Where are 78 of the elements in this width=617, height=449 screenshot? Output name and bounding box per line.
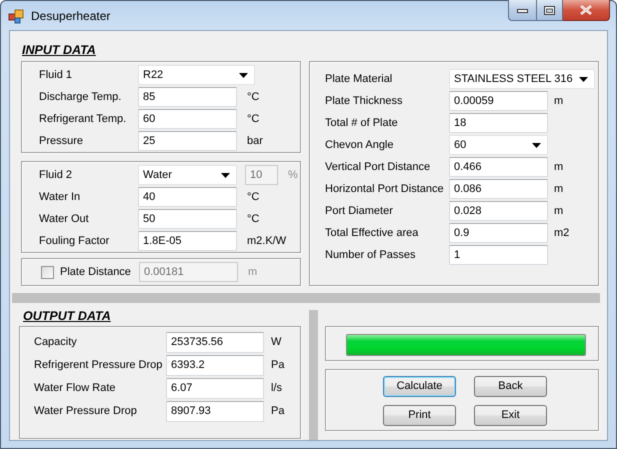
maximize-icon	[544, 6, 555, 14]
field-label: Fluid 1	[39, 69, 74, 82]
caret-icon	[579, 76, 588, 82]
action-button[interactable]: Calculate	[383, 376, 456, 397]
input-field[interactable]: 0.086	[449, 179, 548, 200]
minimize-button[interactable]	[508, 0, 537, 21]
unit-label: m2.K/W	[247, 235, 286, 248]
unit-label: m	[554, 183, 564, 196]
action-button[interactable]: Exit	[474, 404, 547, 426]
input-field[interactable]: 18	[449, 113, 548, 134]
input-field[interactable]: 50	[138, 209, 237, 230]
input-field[interactable]: 253735.56	[166, 332, 264, 353]
input-field[interactable]: 60	[138, 109, 237, 130]
unit-label: m	[554, 205, 564, 218]
unit-label: Pa	[271, 405, 284, 418]
unit-label: m	[248, 266, 258, 278]
input-field[interactable]: 6.07	[166, 378, 264, 399]
input-field[interactable]: 0.00059	[449, 91, 548, 112]
input-field[interactable]: 25	[138, 131, 237, 152]
section-heading: INPUT DATA	[21, 43, 96, 57]
input-field[interactable]: 0.466	[449, 157, 548, 178]
unit-label: °C	[247, 91, 260, 104]
input-field[interactable]: 85	[138, 87, 237, 108]
unit-label: Pa	[271, 359, 284, 372]
section-heading: OUTPUT DATA	[22, 308, 111, 323]
unit-label: %	[288, 169, 298, 182]
field-label: Water Pressure Drop	[34, 405, 138, 418]
input-field[interactable]: 0.028	[449, 201, 548, 222]
dropdown[interactable]: 60	[449, 135, 548, 156]
unit-label: °C	[247, 191, 260, 204]
field-label: Total Effective area	[325, 227, 420, 240]
input-field[interactable]: 8907.93	[166, 400, 264, 422]
unit-label: °C	[247, 113, 260, 126]
input-field[interactable]: 6393.2	[166, 354, 264, 376]
field-label: Refrigerant Temp.	[39, 113, 128, 126]
field-label: Vertical Port Distance	[325, 161, 432, 174]
close-button[interactable]	[563, 0, 610, 21]
window-title: Desuperheater	[31, 8, 110, 22]
checkbox-label: Plate Distance	[60, 266, 132, 278]
unit-label: m	[554, 161, 564, 174]
field-label: Plate Thickness	[325, 95, 404, 108]
close-icon	[580, 5, 592, 15]
app-icon	[8, 8, 24, 24]
dropdown[interactable]: R22	[138, 65, 255, 86]
field-label: Total # of Plate	[325, 117, 399, 130]
field-label: Discharge Temp.	[39, 91, 122, 104]
unit-label: W	[271, 336, 282, 348]
input-field[interactable]: 40	[138, 187, 237, 208]
input-field[interactable]: 1	[449, 245, 548, 266]
field-label: Fouling Factor	[39, 235, 110, 248]
dropdown[interactable]: STAINLESS STEEL 316	[449, 69, 595, 90]
dropdown[interactable]: Water	[138, 165, 237, 186]
field-label: Fluid 2	[39, 169, 74, 182]
maximize-button[interactable]	[537, 0, 563, 21]
unit-label: m2	[554, 227, 570, 240]
caret-icon	[532, 142, 541, 148]
field-label: Number of Passes	[325, 249, 416, 262]
caret-icon	[239, 72, 248, 78]
minimize-icon	[517, 7, 528, 13]
field-label: Horizontal Port Distance	[325, 183, 445, 196]
input-field[interactable]: 0.9	[449, 223, 548, 244]
unit-label: m	[554, 95, 564, 108]
field-label: Water Flow Rate	[34, 382, 117, 394]
field-label: Capacity	[34, 336, 78, 348]
action-button[interactable]: Back	[474, 376, 547, 397]
field-label: Pressure	[39, 135, 84, 148]
input-field[interactable]: 1.8E-05	[138, 231, 237, 252]
field-label: Chevon Angle	[325, 139, 394, 152]
unit-label: bar	[247, 135, 263, 148]
unit-label: l/s	[271, 382, 282, 394]
field-label: Water In	[39, 191, 82, 204]
field-label: Port Diameter	[325, 205, 394, 218]
field-label: Refrigerent Pressure Drop	[34, 359, 164, 372]
caret-icon	[221, 172, 230, 178]
field-label: Plate Material	[325, 73, 394, 86]
field-label: Water Out	[39, 213, 90, 226]
action-button[interactable]: Print	[383, 404, 456, 426]
unit-label: °C	[247, 213, 260, 226]
